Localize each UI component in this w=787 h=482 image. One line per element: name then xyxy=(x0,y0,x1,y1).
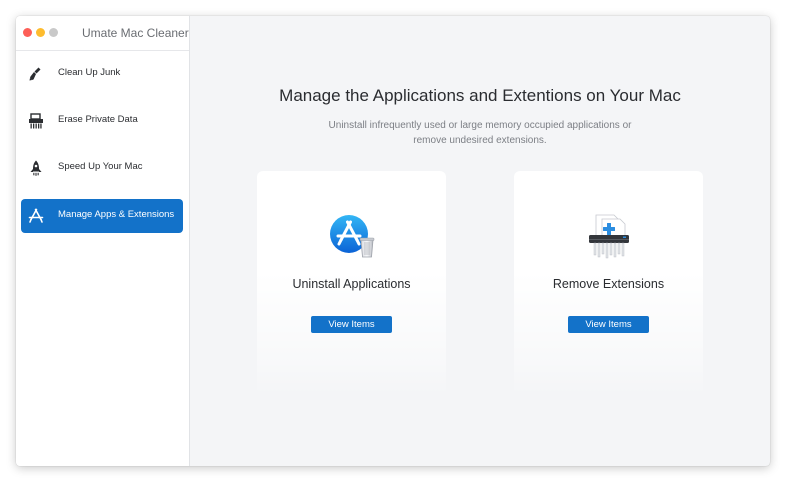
shredder-icon xyxy=(29,113,43,129)
page-description-line-1: Uninstall infrequently used or large mem… xyxy=(328,120,632,131)
sidebar-item-clean-up-junk[interactable]: Clean Up Junk xyxy=(21,57,183,91)
sidebar-item-label: Speed Up Your Mac xyxy=(58,161,143,172)
uninstall-applications-view-items-button[interactable]: View Items xyxy=(311,316,392,333)
rocket-icon xyxy=(30,160,42,176)
main-content: Manage the Applications and Extentions o… xyxy=(190,16,770,466)
uninstall-applications-card: Uninstall Applications View Items xyxy=(257,171,446,396)
broom-icon xyxy=(29,67,41,81)
title-bar: Umate Mac Cleaner xyxy=(16,16,189,51)
sidebar-item-speed-up-your-mac[interactable]: Speed Up Your Mac xyxy=(21,151,183,185)
sidebar-item-erase-private-data[interactable]: Erase Private Data xyxy=(21,104,183,138)
minimize-window-button[interactable] xyxy=(36,28,45,37)
page-description-line-2: remove undesired extensions. xyxy=(413,135,547,146)
page-description: Uninstall infrequently used or large mem… xyxy=(190,118,770,148)
remove-extensions-title: Remove Extensions xyxy=(552,277,665,291)
sidebar: Umate Mac Cleaner Clean Up Junk Erase Pr… xyxy=(16,16,190,466)
app-store-uninstall-icon xyxy=(330,215,375,258)
sidebar-item-label: Clean Up Junk xyxy=(58,67,121,78)
app-store-icon xyxy=(28,208,44,223)
extension-shredder-icon xyxy=(589,214,629,259)
remove-extensions-view-items-button[interactable]: View Items xyxy=(568,316,649,333)
uninstall-applications-title: Uninstall Applications xyxy=(292,277,411,291)
remove-extensions-card: Remove Extensions View Items xyxy=(514,171,703,396)
maximize-window-button[interactable] xyxy=(49,28,58,37)
app-window: Umate Mac Cleaner Clean Up Junk Erase Pr… xyxy=(16,16,770,466)
sidebar-item-label: Manage Apps & Extensions xyxy=(58,209,175,220)
sidebar-item-label: Erase Private Data xyxy=(58,114,138,125)
sidebar-item-manage-apps-extensions[interactable]: Manage Apps & Extensions xyxy=(21,199,183,233)
app-title: Umate Mac Cleaner xyxy=(82,26,189,40)
page-title: Manage the Applications and Extentions o… xyxy=(279,86,681,105)
close-window-button[interactable] xyxy=(23,28,32,37)
